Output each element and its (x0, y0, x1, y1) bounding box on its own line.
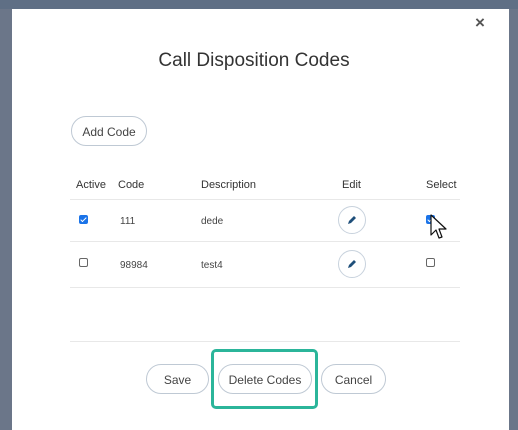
dialog-title: Call Disposition Codes (158, 50, 350, 71)
edit-button[interactable] (338, 250, 366, 278)
code-cell: 98984 (120, 260, 148, 271)
pencil-icon (348, 216, 356, 224)
code-cell: 111 (120, 216, 136, 227)
add-code-button[interactable]: Add Code (71, 116, 147, 146)
active-checkbox[interactable] (79, 215, 88, 224)
active-checkbox[interactable] (79, 258, 88, 267)
column-header-active: Active (76, 179, 106, 191)
backdrop-top (0, 0, 518, 9)
save-button[interactable]: Save (146, 364, 209, 394)
column-header-code: Code (118, 179, 145, 191)
pencil-icon (348, 260, 356, 268)
backdrop-left (0, 9, 12, 430)
mouse-pointer-icon (430, 214, 447, 239)
edit-button[interactable] (338, 206, 366, 234)
column-header-select: Select (426, 179, 457, 191)
cancel-button[interactable]: Cancel (321, 364, 386, 394)
backdrop-right (509, 9, 518, 430)
footer-divider (70, 341, 460, 342)
header-divider (70, 199, 460, 200)
select-checkbox[interactable] (426, 258, 435, 267)
row-divider (70, 241, 460, 242)
close-icon[interactable]: × (472, 13, 488, 33)
column-header-edit: Edit (342, 179, 361, 191)
column-header-description: Description (201, 179, 257, 191)
description-cell: dede (201, 216, 224, 227)
delete-codes-highlight (211, 349, 318, 409)
row-divider (70, 287, 460, 288)
description-cell: test4 (201, 260, 223, 271)
